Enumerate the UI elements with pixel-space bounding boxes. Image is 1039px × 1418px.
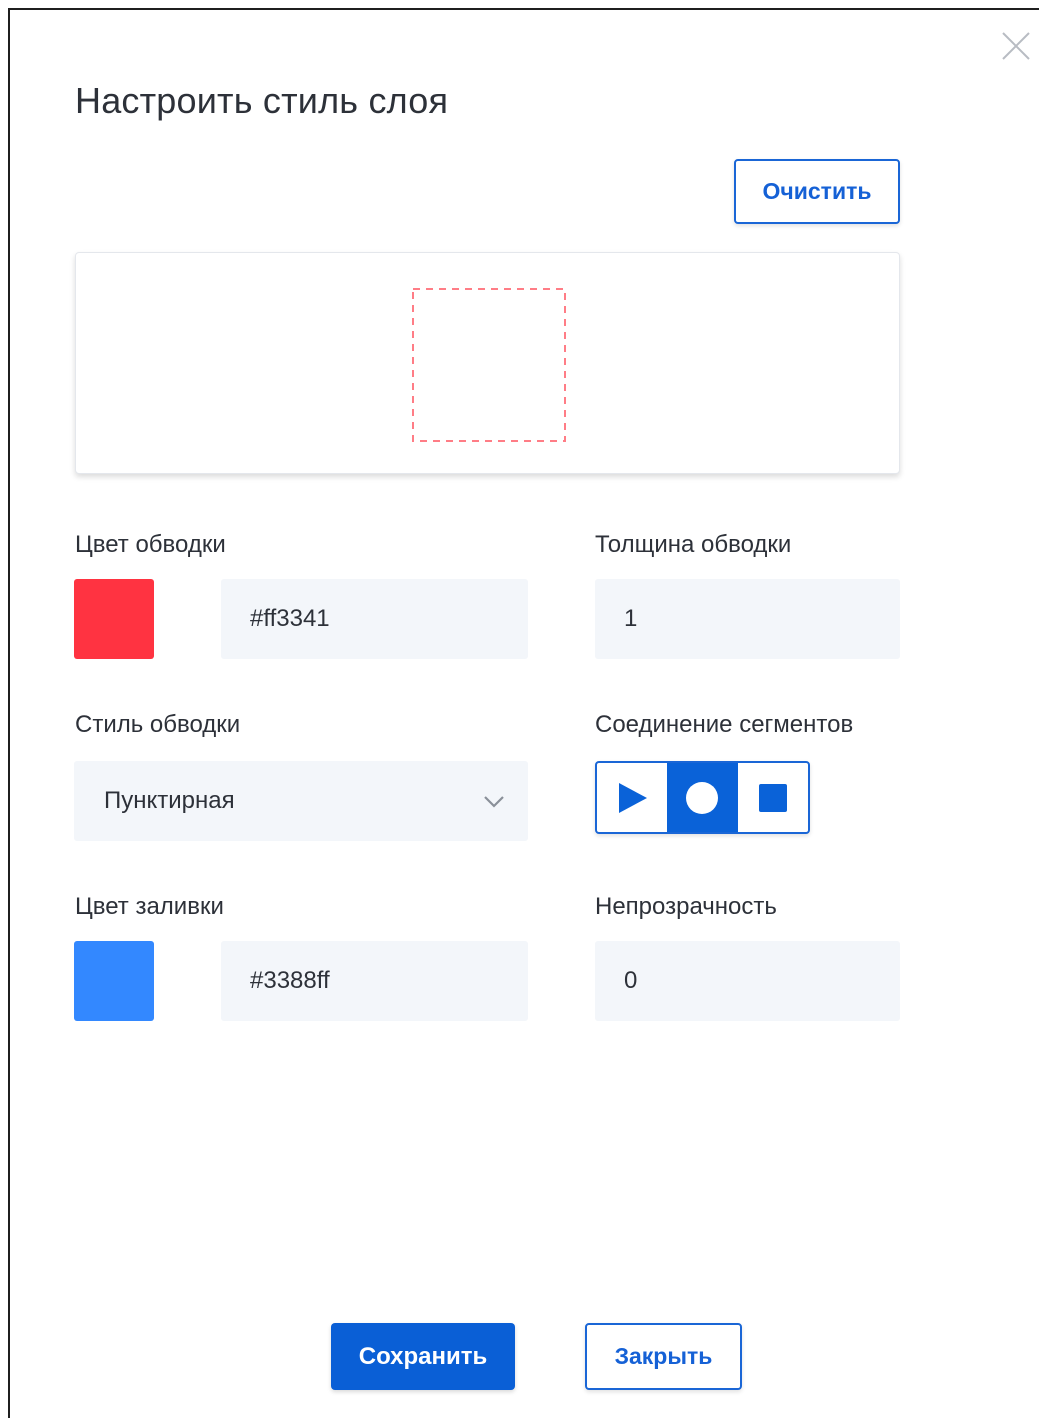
opacity-label: Непрозрачность (595, 893, 777, 920)
square-join-icon (758, 783, 787, 812)
save-button[interactable]: Сохранить (331, 1323, 515, 1390)
stroke-width-input[interactable]: 1 (595, 579, 900, 659)
close-button[interactable]: Закрыть (585, 1323, 742, 1390)
circle-join-icon (686, 781, 719, 814)
segment-join-square-button[interactable] (738, 763, 808, 832)
stroke-style-value: Пунктирная (104, 787, 235, 814)
stroke-width-label: Толщина обводки (595, 531, 792, 558)
stroke-color-label: Цвет обводки (75, 531, 226, 558)
opacity-input[interactable]: 0 (595, 941, 900, 1021)
style-preview (75, 252, 900, 474)
fill-color-label: Цвет заливки (75, 893, 224, 920)
close-icon[interactable] (999, 29, 1033, 63)
fill-color-input[interactable]: #3388ff (221, 941, 528, 1021)
clear-button[interactable]: Очистить (734, 159, 900, 224)
stroke-style-label: Стиль обводки (75, 711, 241, 738)
preview-shape (412, 288, 566, 442)
chevron-down-icon (484, 796, 504, 808)
segment-join-triangle-button[interactable] (597, 763, 667, 832)
stroke-color-swatch[interactable] (74, 579, 154, 659)
stroke-color-input[interactable]: #ff3341 (221, 579, 528, 659)
segment-join-label: Соединение сегментов (595, 711, 854, 738)
triangle-join-icon (619, 782, 648, 813)
stroke-style-select[interactable]: Пунктирная (74, 761, 528, 841)
segment-join-circle-button[interactable] (667, 763, 738, 832)
fill-color-swatch[interactable] (74, 941, 154, 1021)
dialog-title: Настроить стиль слоя (75, 80, 449, 121)
segment-join-toggle (595, 761, 810, 834)
